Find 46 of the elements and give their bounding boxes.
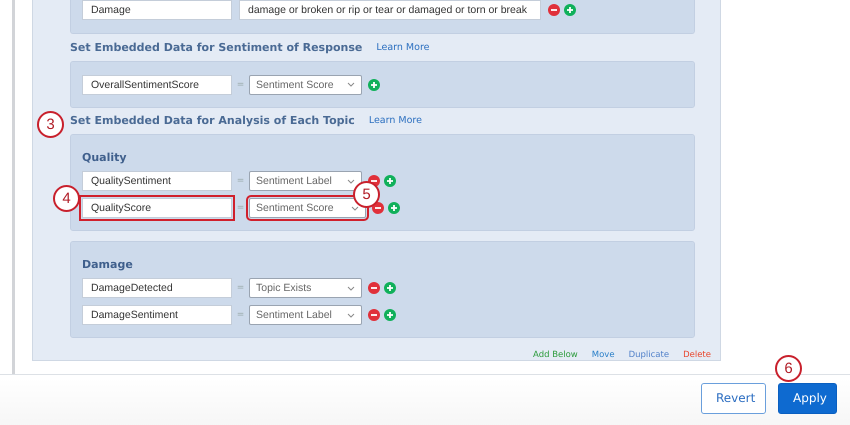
revert-button[interactable]: Revert	[701, 382, 766, 414]
section-title: Set Embedded Data for Analysis of Each Topic	[70, 114, 355, 128]
action-link[interactable]: Add Below	[533, 350, 578, 360]
value-dropdown[interactable]: Sentiment Score	[249, 198, 366, 218]
learn-more-link[interactable]: Learn More	[376, 42, 430, 53]
learn-more-link[interactable]: Learn More	[368, 115, 422, 126]
equals-sign: =	[236, 80, 246, 90]
minus-icon[interactable]	[372, 202, 384, 214]
action-link[interactable]: Duplicate	[628, 350, 670, 360]
plus-icon[interactable]	[368, 78, 380, 90]
equals-sign: =	[236, 310, 246, 320]
equals-sign: =	[236, 176, 246, 186]
minus-icon[interactable]	[368, 282, 380, 294]
minus-icon[interactable]	[368, 309, 380, 321]
callout-number: 4	[53, 185, 80, 212]
plus-icon[interactable]	[384, 282, 396, 294]
field-name-input[interactable]: DamageDetected	[82, 278, 232, 298]
topic-heading: Damage	[82, 258, 134, 271]
topic-input[interactable]: Damage	[82, 0, 232, 20]
apply-button[interactable]: Apply	[778, 382, 837, 414]
minus-icon[interactable]	[548, 4, 560, 16]
field-name-input[interactable]: OverallSentimentScore	[82, 74, 232, 94]
chevron-down-icon	[347, 286, 355, 290]
topic-heading: Quality	[82, 151, 128, 164]
plus-icon[interactable]	[564, 4, 576, 16]
chevron-down-icon	[347, 312, 355, 318]
field-name-input[interactable]: QualityScore	[82, 198, 232, 218]
chevron-down-icon	[347, 178, 355, 184]
action-link[interactable]: Move	[592, 350, 615, 360]
plus-icon[interactable]	[384, 309, 396, 321]
plus-icon[interactable]	[384, 175, 396, 187]
equals-sign: =	[236, 283, 246, 293]
value-dropdown[interactable]: Topic Exists	[249, 278, 362, 298]
chevron-down-icon	[347, 82, 355, 87]
chevron-down-icon	[351, 206, 359, 210]
equals-sign: =	[236, 203, 246, 213]
plus-icon[interactable]	[388, 202, 400, 214]
action-link[interactable]: Delete	[683, 350, 711, 360]
section-title: Set Embedded Data for Sentiment of Response	[70, 40, 362, 54]
value-dropdown[interactable]: Sentiment Label	[249, 171, 362, 191]
value-dropdown[interactable]: Sentiment Score	[249, 74, 362, 94]
callout-number: 3	[37, 110, 64, 138]
field-name-input[interactable]: QualitySentiment	[82, 171, 232, 191]
value-dropdown[interactable]: Sentiment Label	[249, 305, 362, 325]
field-name-input[interactable]: DamageSentiment	[82, 305, 232, 325]
keywords-input[interactable]: damage or broken or rip or tear or damaged or torn or break	[239, 0, 541, 20]
